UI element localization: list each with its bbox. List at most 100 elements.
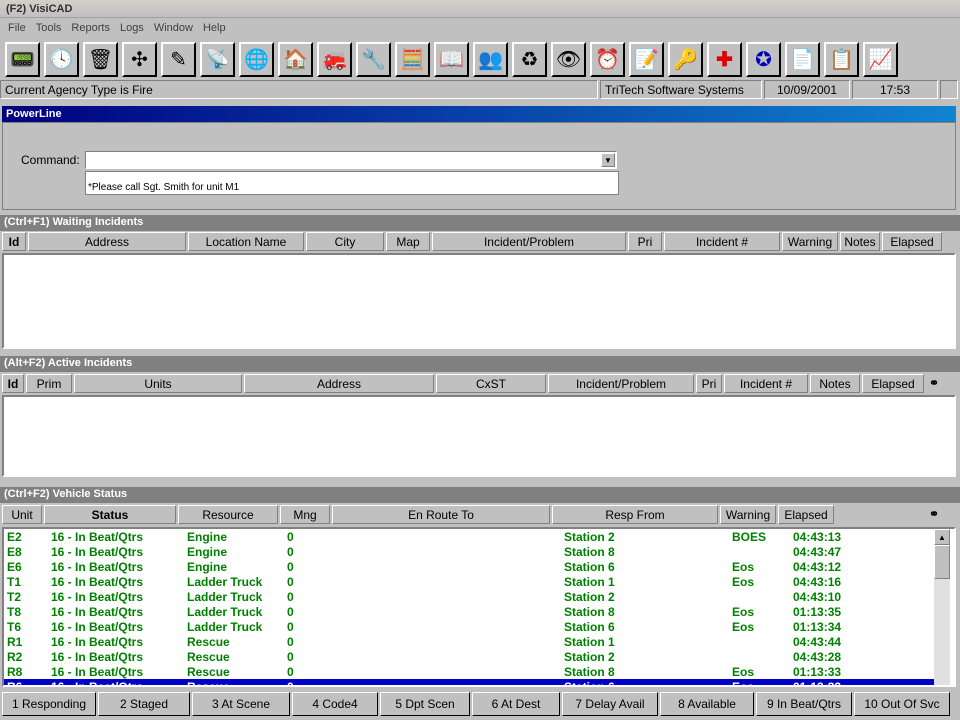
key-icon[interactable]: 🔑	[668, 42, 703, 77]
col-en-route-to[interactable]: En Route To	[332, 505, 550, 524]
vehicle-scrollbar[interactable]: ▲	[934, 529, 950, 685]
table-row[interactable]: E8 16 - In Beat/Qtrs Engine 0 Station 8 04:43…	[4, 544, 944, 559]
vehicle-warning: Eos	[732, 680, 755, 687]
radio-tower-icon[interactable]: 📡	[200, 42, 235, 77]
vehicle-resp-from: Station 1	[564, 575, 615, 589]
col-resp-from[interactable]: Resp From	[552, 505, 718, 524]
network-icon[interactable]: ✣	[122, 42, 157, 77]
code4-button[interactable]: 4 Code4	[292, 692, 378, 716]
col-notes[interactable]: Notes	[810, 374, 860, 393]
vehicle-elapsed: 04:43:44	[793, 635, 842, 649]
eye-icon[interactable]: 👁	[551, 42, 586, 77]
scroll-thumb[interactable]	[934, 545, 950, 579]
col-pri[interactable]: Pri	[696, 374, 722, 393]
vehicle-icon[interactable]: 🚒	[317, 42, 352, 77]
table-row[interactable]: R6 16 - In Beat/Qtrs Rescue 0 Station 6 Eos 01…	[4, 679, 944, 687]
col-mng[interactable]: Mng	[280, 505, 330, 524]
col-prim[interactable]: Prim	[26, 374, 72, 393]
in-beat-qtrs-button[interactable]: 9 In Beat/Qtrs	[756, 692, 852, 716]
command-input[interactable]: ▼	[85, 151, 617, 169]
pager-icon[interactable]: 📟	[5, 42, 40, 77]
table-row[interactable]: T6 16 - In Beat/Qtrs Ladder Truck 0 Station …	[4, 619, 944, 634]
col-address[interactable]: Address	[28, 232, 186, 251]
red-cross-icon[interactable]: ✚	[707, 42, 742, 77]
form-icon[interactable]: 📋	[824, 42, 859, 77]
notepad-icon[interactable]: 📝	[629, 42, 664, 77]
vehicle-mng: 0	[287, 560, 294, 574]
col-incident-number[interactable]: Incident #	[664, 232, 780, 251]
menu-help[interactable]: Help	[203, 22, 226, 36]
col-unit[interactable]: Unit	[2, 505, 42, 524]
table-row[interactable]: T8 16 - In Beat/Qtrs Ladder Truck 0 Station …	[4, 604, 944, 619]
menu-logs[interactable]: Logs	[120, 22, 144, 36]
col-elapsed[interactable]: Elapsed	[882, 232, 942, 251]
col-resource[interactable]: Resource	[178, 505, 278, 524]
active-incidents-title: (Alt+F2) Active Incidents	[0, 356, 960, 372]
document-icon[interactable]: 📄	[785, 42, 820, 77]
col-warning[interactable]: Warning	[720, 505, 776, 524]
clock-icon[interactable]: 🕓	[44, 42, 79, 77]
scroll-up-icon[interactable]: ▲	[934, 529, 950, 545]
col-incident-problem[interactable]: Incident/Problem	[548, 374, 694, 393]
powerline-title: PowerLine	[2, 106, 956, 122]
table-row[interactable]: R2 16 - In Beat/Qtrs Rescue 0 Station 2 04:43…	[4, 649, 944, 664]
vehicle-status: 16 - In Beat/Qtrs	[51, 635, 144, 649]
binoculars-icon[interactable]: ⚭	[926, 374, 942, 393]
col-map[interactable]: Map	[386, 232, 430, 251]
menu-window[interactable]: Window	[154, 22, 193, 36]
book-icon[interactable]: 📖	[434, 42, 469, 77]
vehicle-elapsed: 01:13:33	[793, 680, 842, 687]
trash-icon[interactable]: 🗑	[83, 42, 118, 77]
table-row[interactable]: T2 16 - In Beat/Qtrs Ladder Truck 0 Station …	[4, 589, 944, 604]
table-row[interactable]: E6 16 - In Beat/Qtrs Engine 0 Station 6 Eos 04…	[4, 559, 944, 574]
menu-reports[interactable]: Reports	[71, 22, 110, 36]
binoculars-icon[interactable]: ⚭	[926, 505, 942, 524]
col-location-name[interactable]: Location Name	[188, 232, 304, 251]
table-row[interactable]: R8 16 - In Beat/Qtrs Rescue 0 Station 8 Eos 01…	[4, 664, 944, 679]
calculator-icon[interactable]: 🧮	[395, 42, 430, 77]
col-status[interactable]: Status	[44, 505, 176, 524]
col-pri[interactable]: Pri	[628, 232, 662, 251]
people-icon[interactable]: 👥	[473, 42, 508, 77]
firehouse-icon[interactable]: 🏠	[278, 42, 313, 77]
vehicle-mng: 0	[287, 635, 294, 649]
delay-avail-button[interactable]: 7 Delay Avail	[562, 692, 658, 716]
waiting-incidents-list[interactable]	[2, 253, 956, 349]
col-incident-number[interactable]: Incident #	[724, 374, 808, 393]
active-incidents-list[interactable]	[2, 395, 956, 477]
col-elapsed[interactable]: Elapsed	[862, 374, 924, 393]
police-badge-icon[interactable]: ✪	[746, 42, 781, 77]
col-incident-problem[interactable]: Incident/Problem	[432, 232, 626, 251]
menu-file[interactable]: File	[8, 22, 26, 36]
table-row[interactable]: T1 16 - In Beat/Qtrs Ladder Truck 0 Station …	[4, 574, 944, 589]
col-id[interactable]: Id	[2, 374, 24, 393]
col-address[interactable]: Address	[244, 374, 434, 393]
alarm-icon[interactable]: ⏰	[590, 42, 625, 77]
col-warning[interactable]: Warning	[782, 232, 838, 251]
out-of-svc-button[interactable]: 10 Out Of Svc	[854, 692, 950, 716]
table-row[interactable]: E2 16 - In Beat/Qtrs Engine 0 Station 2 BOES 0…	[4, 529, 944, 544]
col-units[interactable]: Units	[74, 374, 242, 393]
graph-icon[interactable]: 📈	[863, 42, 898, 77]
col-notes[interactable]: Notes	[840, 232, 880, 251]
cycle-icon[interactable]: ♻	[512, 42, 547, 77]
at-dest-button[interactable]: 6 At Dest	[472, 692, 560, 716]
available-button[interactable]: 8 Available	[660, 692, 754, 716]
at-scene-button[interactable]: 3 At Scene	[192, 692, 290, 716]
vehicle-resp-from: Station 2	[564, 530, 615, 544]
staged-button[interactable]: 2 Staged	[98, 692, 190, 716]
col-id[interactable]: Id	[2, 232, 26, 251]
powerline-panel: Command: ▼ *Please call Sgt. Smith for u…	[2, 122, 956, 210]
table-row[interactable]: R1 16 - In Beat/Qtrs Rescue 0 Station 1 04:43…	[4, 634, 944, 649]
col-city[interactable]: City	[306, 232, 384, 251]
highlighter-icon[interactable]: ✎	[161, 42, 196, 77]
globe-icon[interactable]: 🌐	[239, 42, 274, 77]
col-elapsed[interactable]: Elapsed	[778, 505, 834, 524]
menu-tools[interactable]: Tools	[36, 22, 62, 36]
col-cxst[interactable]: CxST	[436, 374, 546, 393]
chevron-down-icon[interactable]: ▼	[601, 153, 615, 167]
vehicle-list[interactable]: R6 16 - In Beat/Qtrs Rescue 0 Station 6 Eos 01…	[2, 527, 956, 687]
dpt-scen-button[interactable]: 5 Dpt Scen	[380, 692, 470, 716]
tools-icon[interactable]: 🔧	[356, 42, 391, 77]
responding-button[interactable]: 1 Responding	[2, 692, 96, 716]
